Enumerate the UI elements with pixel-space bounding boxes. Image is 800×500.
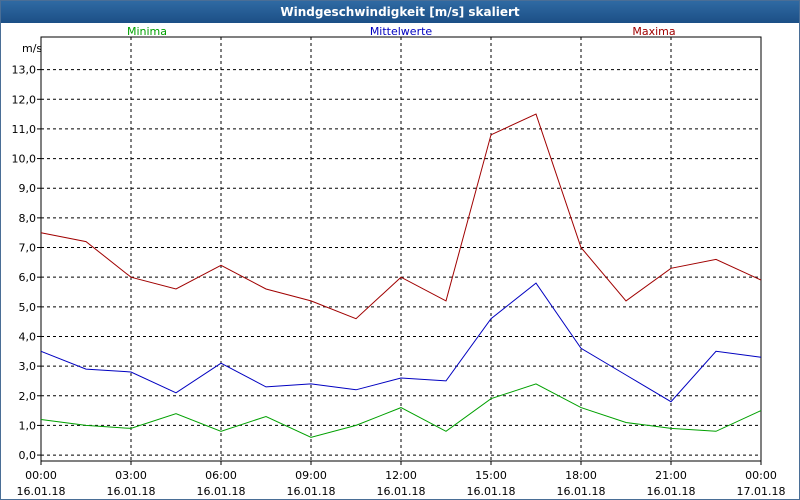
y-axis-ticks: 0,0 1,0 2,0 3,0 4,0 5,0 6,0 7,0 8,0 9,0 10,0 11,0 12…: [12, 64, 41, 462]
x-tick-date: 16.01.18: [197, 485, 246, 498]
x-tick-time: 12:00: [385, 469, 417, 482]
chart-window: Windgeschwindigkeit [m/s] skaliert 0,0 1,…: [0, 0, 800, 500]
legend-entry-minima: Minima: [127, 25, 167, 38]
y-tick-label: 12,0: [12, 93, 37, 106]
y-tick-label: 6,0: [19, 271, 37, 284]
legend-entry-mittelwerte: Mittelwerte: [370, 25, 433, 38]
x-tick-date: 16.01.18: [557, 485, 606, 498]
y-tick-label: 2,0: [19, 390, 37, 403]
x-tick-time: 15:00: [475, 469, 507, 482]
y-tick-label: 4,0: [19, 330, 37, 343]
series-line-mittelwerte: [40, 282, 762, 403]
y-tick-label: 0,0: [19, 449, 37, 462]
legend-entry-maxima: Maxima: [632, 25, 675, 38]
series-lines: [40, 113, 762, 438]
x-tick-time: 09:00: [295, 469, 327, 482]
x-tick-date: 16.01.18: [647, 485, 696, 498]
x-axis-ticks: 00:00 16.01.18 03:00 16.01.18 06:00 16.01.18 0…: [17, 461, 786, 498]
x-tick-time: 21:00: [655, 469, 687, 482]
x-tick-date: 17.01.18: [737, 485, 786, 498]
grid-lines: [41, 37, 761, 461]
x-tick-time: 03:00: [115, 469, 147, 482]
y-tick-label: 7,0: [19, 242, 37, 255]
x-tick-time: 18:00: [565, 469, 597, 482]
y-tick-label: 3,0: [19, 360, 37, 373]
x-tick-time: 00:00: [25, 469, 57, 482]
y-axis-label: m/s: [22, 42, 42, 55]
x-tick-date: 16.01.18: [107, 485, 156, 498]
x-tick-time: 00:00: [745, 469, 777, 482]
wind-speed-chart: 0,0 1,0 2,0 3,0 4,0 5,0 6,0 7,0 8,0 9,0 10,0 11,0 12…: [12, 25, 786, 498]
y-tick-label: 10,0: [12, 153, 37, 166]
legend: Minima Mittelwerte Maxima: [127, 25, 676, 38]
y-tick-label: 9,0: [19, 182, 37, 195]
window-title: Windgeschwindigkeit [m/s] skaliert: [1, 1, 799, 23]
y-tick-label: 13,0: [12, 64, 37, 77]
x-tick-time: 06:00: [205, 469, 237, 482]
y-tick-label: 11,0: [12, 123, 37, 136]
y-tick-label: 8,0: [19, 212, 37, 225]
x-tick-date: 16.01.18: [17, 485, 66, 498]
x-tick-date: 16.01.18: [467, 485, 516, 498]
y-tick-label: 5,0: [19, 301, 37, 314]
x-tick-date: 16.01.18: [377, 485, 426, 498]
series-line-maxima: [40, 113, 762, 320]
x-tick-date: 16.01.18: [287, 485, 336, 498]
y-tick-label: 1,0: [19, 419, 37, 432]
